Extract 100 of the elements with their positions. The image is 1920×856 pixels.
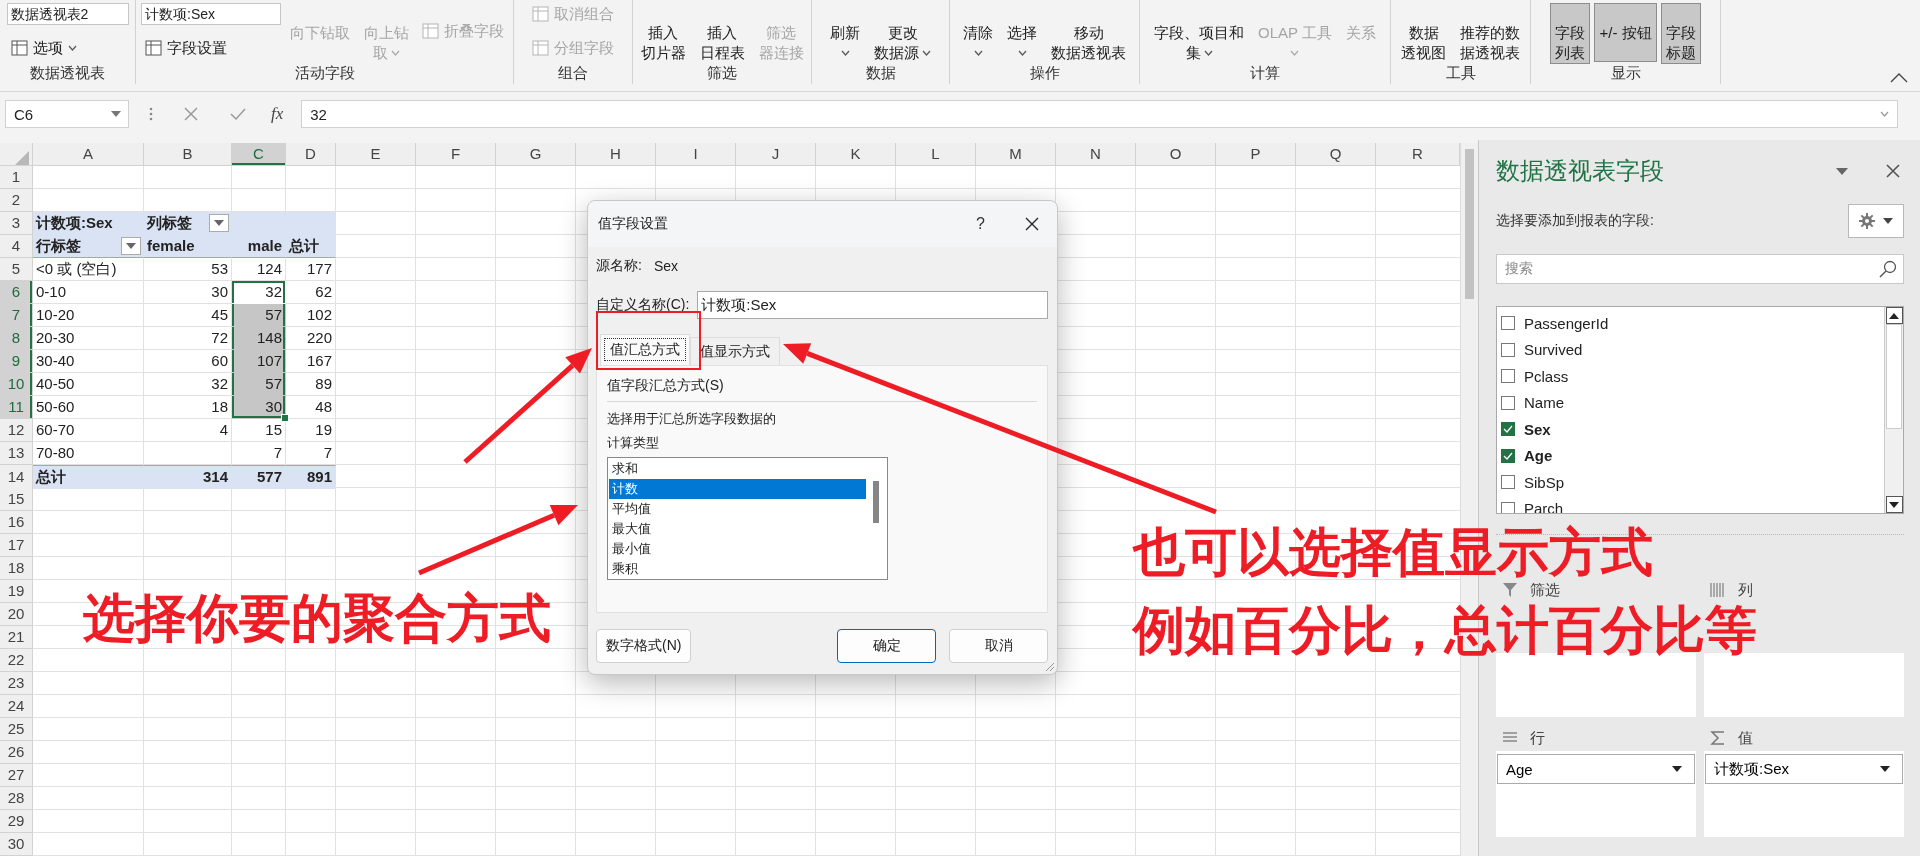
formula-field[interactable]: 32: [301, 100, 1899, 128]
settings-button[interactable]: [1848, 204, 1904, 238]
field-dropdown[interactable]: 计数项:Sex: [1705, 754, 1903, 784]
ribbon-button[interactable]: 字段 标题: [1660, 3, 1701, 64]
column-header[interactable]: P: [1216, 143, 1296, 166]
list-item[interactable]: 最大值: [609, 519, 866, 539]
checkbox[interactable]: [1501, 422, 1515, 437]
ribbon-button[interactable]: 字段、项目和 集: [1149, 3, 1250, 64]
row-header[interactable]: 24: [0, 695, 33, 718]
list-box[interactable]: 求和 计数 平均值 最大值 最小值 乘积: [607, 457, 888, 580]
ribbon-button[interactable]: 刷新: [825, 3, 865, 64]
field-label[interactable]: Sex: [1524, 420, 1551, 438]
checkbox[interactable]: [1501, 501, 1515, 513]
checkbox[interactable]: [1501, 395, 1515, 410]
row-header[interactable]: 22: [0, 649, 33, 672]
checkbox[interactable]: [1501, 475, 1515, 490]
column-header[interactable]: N: [1056, 143, 1136, 166]
check-icon[interactable]: [229, 106, 247, 122]
ribbon-button[interactable]: 选项: [6, 37, 129, 59]
row-header[interactable]: 29: [0, 810, 33, 833]
row-header[interactable]: 5: [0, 258, 33, 281]
list-item[interactable]: 平均值: [609, 499, 866, 519]
column-header[interactable]: J: [736, 143, 816, 166]
text-field[interactable]: 计数项:Sex: [141, 3, 281, 25]
drop-area[interactable]: 计数项:Sex: [1704, 751, 1904, 837]
checkbox[interactable]: [1501, 448, 1515, 463]
field-label[interactable]: Age: [1524, 447, 1553, 465]
row-header[interactable]: 20: [0, 603, 33, 626]
ribbon-button[interactable]: 字段 列表: [1550, 3, 1591, 64]
field-label[interactable]: Name: [1524, 394, 1564, 412]
ribbon-button[interactable]: 数据 透视图: [1396, 3, 1451, 64]
column-header[interactable]: L: [896, 143, 976, 166]
checkbox[interactable]: [1501, 316, 1515, 331]
list-item[interactable]: 最小值: [609, 539, 866, 559]
row-header[interactable]: 26: [0, 741, 33, 764]
column-header[interactable]: F: [416, 143, 496, 166]
filter-dropdown-button[interactable]: [209, 214, 229, 232]
dialog-button[interactable]: 数字格式(N): [596, 629, 692, 663]
column-header[interactable]: O: [1136, 143, 1216, 166]
tab[interactable]: 值显示方式: [690, 337, 780, 365]
checkbox[interactable]: [1501, 369, 1515, 384]
drop-area[interactable]: Age: [1496, 751, 1696, 837]
collapse-icon[interactable]: [1890, 73, 1908, 83]
ribbon-button[interactable]: 更改 数据源: [869, 3, 936, 64]
column-header[interactable]: E: [336, 143, 416, 166]
cancel-icon[interactable]: [183, 106, 199, 122]
column-header[interactable]: C: [232, 143, 286, 166]
row-header[interactable]: 15: [0, 488, 33, 511]
row-header[interactable]: 16: [0, 511, 33, 534]
row-header[interactable]: 17: [0, 534, 33, 557]
scrollbar[interactable]: [1884, 307, 1903, 513]
row-header[interactable]: 8: [0, 327, 33, 350]
field-label[interactable]: SibSp: [1524, 473, 1565, 491]
row-header[interactable]: 2: [0, 189, 33, 212]
row-header[interactable]: 21: [0, 626, 33, 649]
insert-function-button[interactable]: fx: [271, 104, 284, 124]
name-field[interactable]: 计数项:Sex: [697, 291, 1048, 319]
ribbon-button[interactable]: 插入 切片器: [635, 3, 691, 64]
column-header[interactable]: M: [976, 143, 1056, 166]
ribbon-button[interactable]: 清除: [958, 3, 998, 64]
row-header[interactable]: 23: [0, 672, 33, 695]
dialog-button[interactable]: 确定: [837, 629, 936, 663]
search-field[interactable]: 搜索: [1496, 254, 1904, 284]
ribbon-button[interactable]: 插入 日程表: [694, 3, 750, 64]
fill-handle[interactable]: [281, 414, 289, 422]
list-item[interactable]: 计数: [609, 479, 866, 499]
row-header[interactable]: 7: [0, 304, 33, 327]
help-button[interactable]: ?: [976, 215, 985, 233]
row-header[interactable]: 13: [0, 442, 33, 465]
row-header[interactable]: 1: [0, 166, 33, 189]
column-header[interactable]: G: [496, 143, 576, 166]
ribbon-button[interactable]: +/- 按钮: [1594, 3, 1657, 62]
close-icon[interactable]: [1886, 164, 1900, 178]
ribbon-button[interactable]: 字段设置: [141, 37, 281, 59]
column-header[interactable]: K: [816, 143, 896, 166]
column-header[interactable]: I: [656, 143, 736, 166]
row-header[interactable]: 3: [0, 212, 33, 235]
field-label[interactable]: PassengerId: [1524, 314, 1609, 332]
row-header[interactable]: 9: [0, 350, 33, 373]
column-header[interactable]: Q: [1296, 143, 1376, 166]
dialog-button[interactable]: 取消: [949, 629, 1048, 663]
filter-dropdown-button[interactable]: [121, 237, 141, 255]
row-header[interactable]: 6: [0, 281, 33, 304]
dropdown-arrow-icon[interactable]: [1836, 167, 1848, 175]
row-header[interactable]: 14: [0, 465, 33, 489]
row-header[interactable]: 10: [0, 373, 33, 396]
list-item[interactable]: 求和: [609, 459, 866, 479]
column-header[interactable]: H: [576, 143, 656, 166]
column-header[interactable]: B: [144, 143, 232, 166]
list-item[interactable]: 乘积: [609, 559, 866, 579]
name-box[interactable]: C6: [5, 100, 129, 128]
row-header[interactable]: 27: [0, 764, 33, 787]
column-header[interactable]: R: [1376, 143, 1460, 166]
row-header[interactable]: 28: [0, 787, 33, 810]
ribbon-button[interactable]: 移动 数据透视表: [1046, 3, 1131, 64]
field-label[interactable]: Pclass: [1524, 367, 1569, 385]
row-header[interactable]: 11: [0, 396, 33, 419]
column-header[interactable]: D: [286, 143, 336, 166]
close-icon[interactable]: [1025, 217, 1039, 231]
row-header[interactable]: 19: [0, 580, 33, 603]
